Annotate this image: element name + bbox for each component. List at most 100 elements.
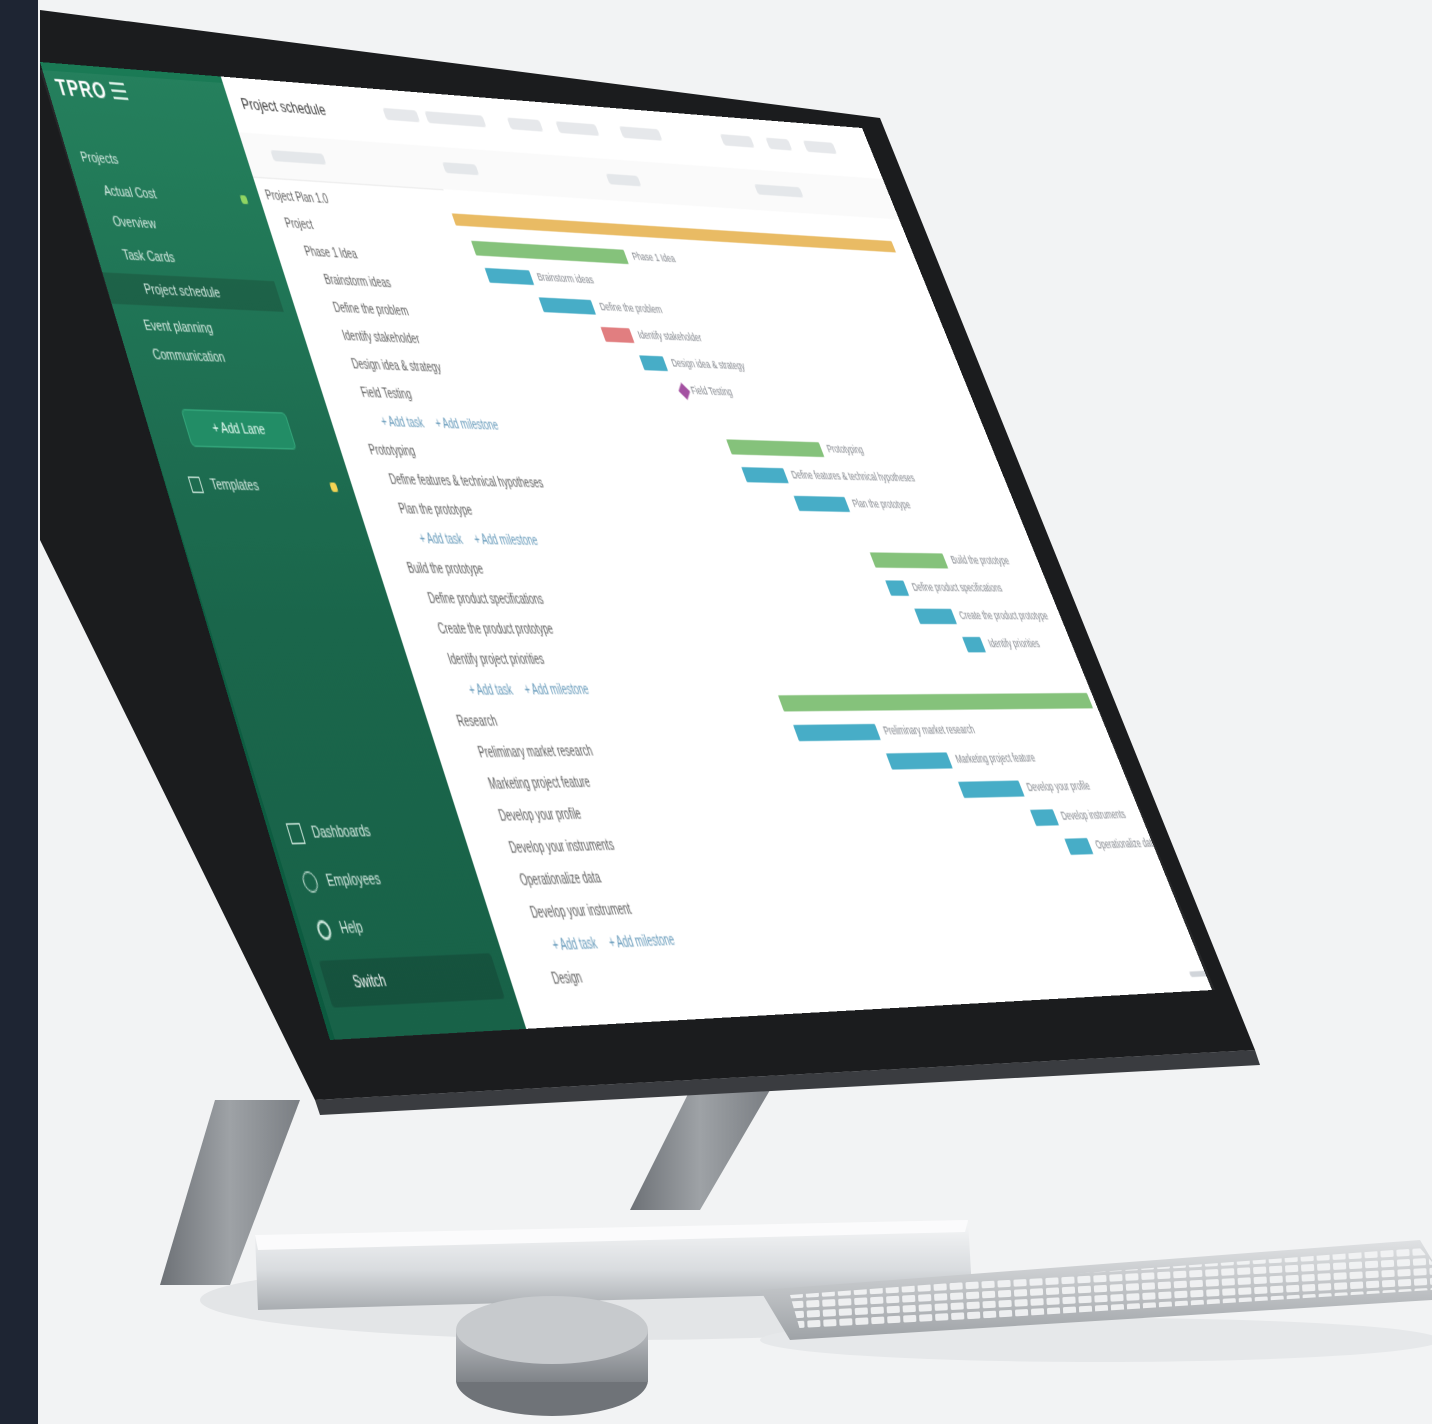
tree-row[interactable]: Plan the prototype xyxy=(397,503,475,519)
tree-row-label: Identify stakeholder xyxy=(340,329,423,348)
tree-row[interactable]: Project Plan 1.0 xyxy=(264,189,331,207)
filter-control[interactable] xyxy=(442,162,480,176)
gantt-bar-task[interactable] xyxy=(639,355,669,372)
gantt-bar-task[interactable] xyxy=(538,297,597,315)
gantt-bar-task[interactable] xyxy=(914,608,957,625)
tree-row[interactable]: + Add task + Add milestone xyxy=(467,683,591,699)
gantt-bar-phase[interactable] xyxy=(725,439,825,458)
tree-row-label: Identify project priorities xyxy=(446,652,547,669)
sidebar-item-projects[interactable]: Projects xyxy=(79,150,120,168)
gantt-bar-task[interactable] xyxy=(793,723,881,742)
help-icon xyxy=(314,919,334,941)
people-icon xyxy=(300,871,321,893)
gantt-bar-task[interactable] xyxy=(484,267,534,286)
tree-row[interactable]: + Add task + Add milestone xyxy=(418,532,541,549)
sidebar-footer-employees[interactable]: Employees xyxy=(300,869,383,893)
sidebar-footer-dashboards[interactable]: Dashboards xyxy=(285,821,374,845)
toolbar-button[interactable] xyxy=(382,107,421,123)
gantt-bar-critical[interactable] xyxy=(600,326,635,344)
tree-row[interactable]: Develop your profile xyxy=(497,807,584,825)
gantt-bar-task[interactable] xyxy=(885,752,954,770)
gantt-bar-label: Prototyping xyxy=(824,442,866,456)
tree-row[interactable]: Develop your instruments xyxy=(508,838,617,857)
tree-row[interactable]: Research xyxy=(455,714,499,730)
sidebar-item-task-cards[interactable]: Task Cards xyxy=(121,248,177,266)
toolbar-button[interactable] xyxy=(506,117,544,132)
tree-row-label: Develop your instrument xyxy=(528,902,634,923)
tree-row[interactable]: Define features & technical hypotheses xyxy=(388,473,546,491)
add-milestone-link[interactable]: + Add milestone xyxy=(434,417,501,433)
gantt-bar-label: Plan the prototype xyxy=(850,497,913,511)
tree-row[interactable]: Design xyxy=(550,970,585,988)
gantt-bar-label: Preliminary market research xyxy=(881,722,977,738)
gantt-bar-label: Identify stakeholder xyxy=(635,328,704,344)
filter-control[interactable] xyxy=(270,150,327,165)
gantt-bar-task[interactable] xyxy=(958,780,1025,798)
sidebar-item-actual-cost[interactable]: Actual Cost xyxy=(102,184,159,202)
notification-dot-icon xyxy=(329,482,339,493)
tree-row[interactable]: Marketing project feature xyxy=(487,776,593,794)
gantt-bar-task[interactable] xyxy=(1029,809,1059,826)
sidebar-item-project-schedule[interactable]: Project schedule xyxy=(102,272,284,312)
hamburger-menu-icon[interactable] xyxy=(108,81,129,101)
add-lane-button[interactable]: + Add Lane xyxy=(180,408,297,450)
gantt-bar-task[interactable] xyxy=(961,636,987,653)
gantt-bar-phase[interactable] xyxy=(869,552,949,569)
tree-row[interactable]: Create the product prototype xyxy=(436,622,555,637)
gantt-bar-task[interactable] xyxy=(740,467,789,484)
tree-row-label: Design xyxy=(550,970,585,989)
filter-control[interactable] xyxy=(605,173,642,187)
tree-row[interactable]: Field Testing xyxy=(359,386,413,402)
tree-row[interactable]: Develop your instrument xyxy=(529,902,634,922)
gantt-bar-label: Develop instruments xyxy=(1058,807,1128,823)
gantt-bar-phase[interactable] xyxy=(470,240,629,265)
tree-row[interactable]: Prototyping xyxy=(367,444,417,460)
switch-workspace-button[interactable]: Switch xyxy=(318,953,505,1008)
tree-row[interactable]: Identify project priorities xyxy=(446,653,546,668)
gantt-bar-label: Operationalize data xyxy=(1093,835,1159,852)
tree-row[interactable]: Design idea & strategy xyxy=(350,358,444,376)
status-dot-icon xyxy=(239,195,249,205)
tree-row-label: Research xyxy=(455,714,500,731)
toolbar-button[interactable] xyxy=(765,137,793,151)
tree-row[interactable]: Project xyxy=(283,217,315,232)
sidebar-footer-help[interactable]: Help xyxy=(314,919,366,941)
gantt-bar-label: Design idea & strategy xyxy=(669,356,747,372)
gantt-bar-phase[interactable] xyxy=(777,692,1094,712)
sidebar-item-overview[interactable]: Overview xyxy=(111,214,158,232)
tree-row[interactable]: Define the problem xyxy=(332,302,411,320)
add-milestone-link[interactable]: + Add milestone xyxy=(472,533,540,549)
sidebar-item-event-planning[interactable]: Event planning xyxy=(142,318,215,337)
tree-row-label: + Add task xyxy=(467,683,516,700)
tree-row[interactable]: + Add task + Add milestone xyxy=(379,416,500,434)
tree-row[interactable]: Preliminary market research xyxy=(477,744,596,761)
tree-row[interactable]: Identify stakeholder xyxy=(341,330,422,347)
gantt-bar-task[interactable] xyxy=(1064,838,1094,855)
toolbar-button[interactable] xyxy=(802,140,838,154)
filter-control[interactable] xyxy=(754,184,804,198)
sidebar-item-templates[interactable]: Templates xyxy=(187,476,261,494)
gantt-bar-task[interactable] xyxy=(793,495,850,512)
tree-row-label: Design idea & strategy xyxy=(350,357,444,376)
toolbar-button[interactable] xyxy=(424,111,487,128)
toolbar-button[interactable] xyxy=(618,126,663,141)
add-milestone-link[interactable]: + Add milestone xyxy=(523,683,592,699)
tree-row[interactable]: + Add task + Add milestone xyxy=(551,933,678,955)
sidebar-item-communication[interactable]: Communication xyxy=(151,347,227,366)
tree-row-label: Operationalize data xyxy=(518,870,604,890)
tree-row[interactable]: Operationalize data xyxy=(518,871,603,890)
tree-row-label: + Add task xyxy=(379,415,427,432)
add-milestone-link[interactable]: + Add milestone xyxy=(607,933,677,952)
tree-row[interactable]: Brainstorm ideas xyxy=(323,274,394,291)
tree-row-label: + Add task xyxy=(550,936,600,955)
tree-row[interactable]: Build the prototype xyxy=(406,562,486,578)
tree-row[interactable]: Phase 1 Idea xyxy=(303,246,359,263)
gantt-bar-label: Define product specifications xyxy=(909,580,1005,595)
gantt-bar-task[interactable] xyxy=(885,580,910,596)
tree-row-label: Phase 1 Idea xyxy=(302,245,360,263)
tree-row-label: Build the prototype xyxy=(405,561,486,578)
toolbar-button[interactable] xyxy=(719,134,755,148)
toolbar-button[interactable] xyxy=(555,121,600,136)
tree-row-label: Project Plan 1.0 xyxy=(263,189,331,207)
tree-row[interactable]: Define product specifications xyxy=(426,592,546,608)
